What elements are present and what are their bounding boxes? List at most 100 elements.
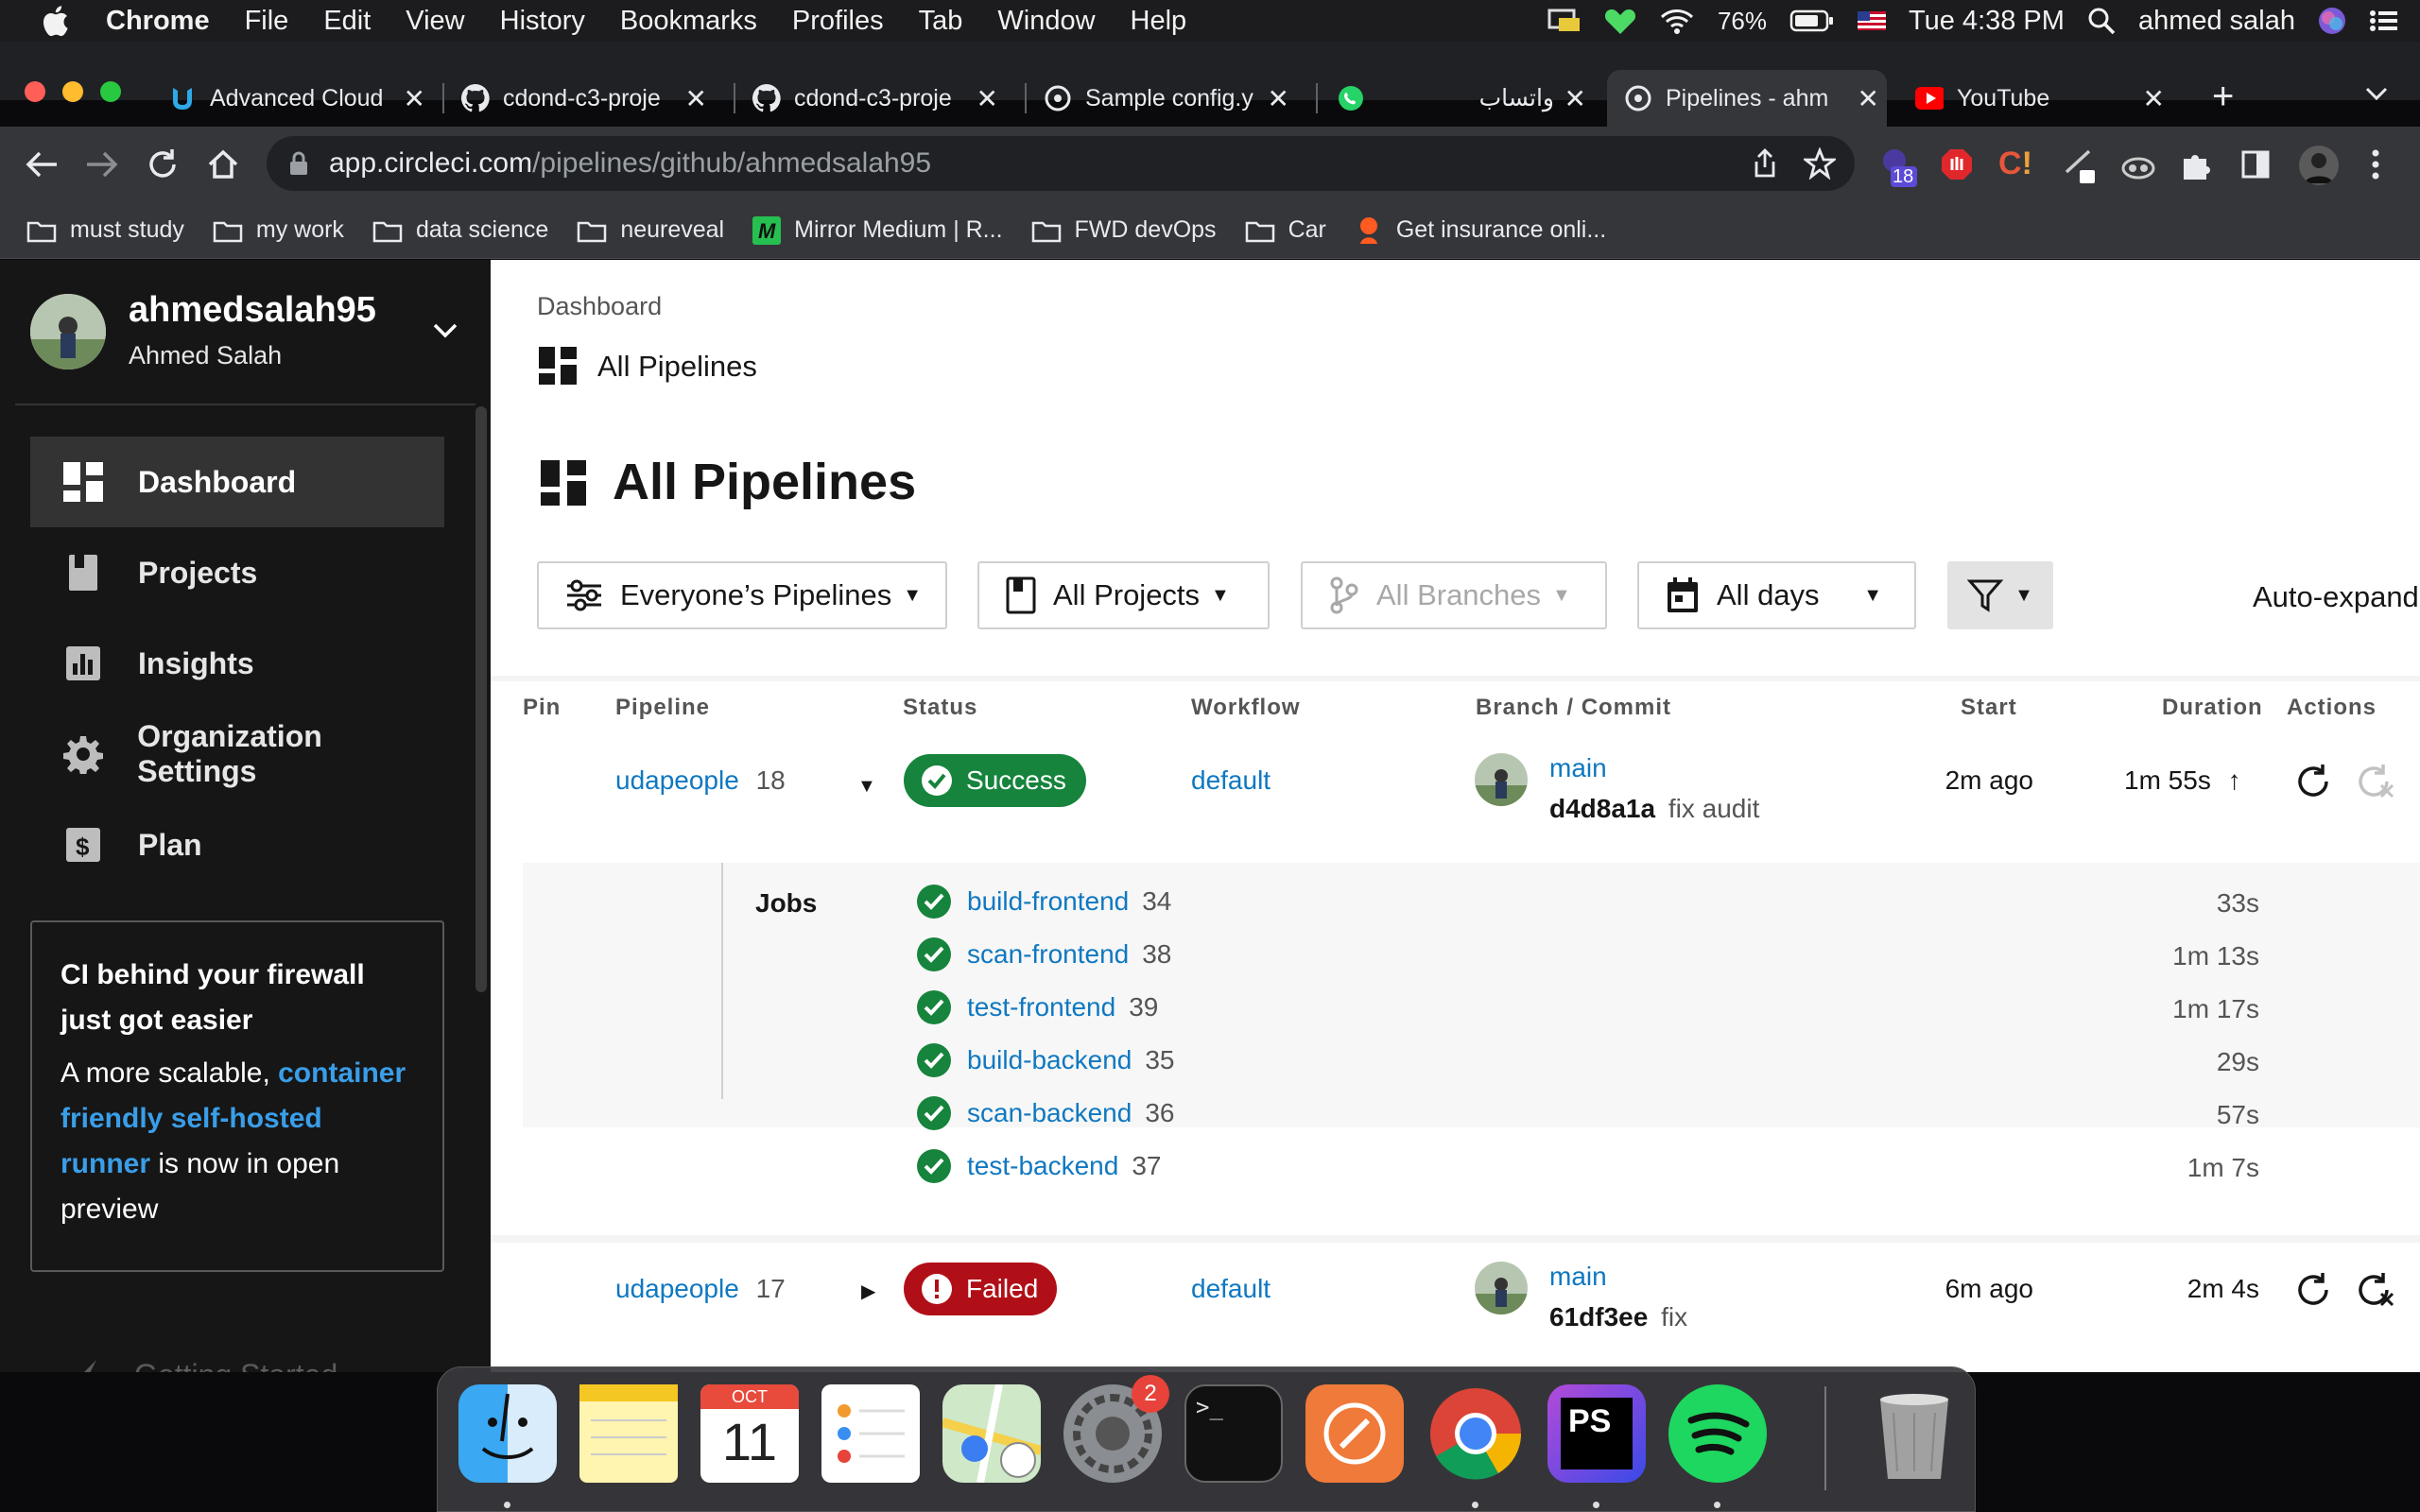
close-window-button[interactable] [25, 81, 45, 102]
tab-github-2[interactable]: cdond-c3-proje ✕ [752, 70, 1006, 127]
tab-github-1[interactable]: cdond-c3-proje ✕ [461, 70, 715, 127]
tab-advanced-cloud[interactable]: Advanced Cloud ✕ [164, 70, 433, 127]
sidebar-scrollbar[interactable] [475, 406, 487, 992]
more-filters-button[interactable]: ▼ [1947, 561, 2053, 629]
commit-hash[interactable]: d4d8a1a [1549, 794, 1655, 823]
bookmark-folder[interactable]: my work [213, 216, 344, 244]
branch-link[interactable]: main [1549, 753, 1607, 783]
cloud-extension-icon[interactable] [2119, 151, 2157, 180]
org-name[interactable]: ahmedsalah95 [129, 290, 376, 331]
lock-icon[interactable] [287, 149, 310, 178]
bookmark-link[interactable]: M Mirror Medium | R... [752, 215, 1003, 245]
profile-avatar[interactable] [2299, 146, 2339, 185]
commit-info[interactable]: 61df3ee fix [1549, 1302, 1687, 1332]
side-panel-icon[interactable] [2240, 149, 2271, 180]
system-preferences-app-icon[interactable]: 2 [1063, 1375, 1169, 1483]
spotify-app-icon[interactable] [1668, 1384, 1767, 1483]
workflow-link[interactable]: default [1191, 765, 1270, 796]
menu-edit[interactable]: Edit [323, 6, 371, 37]
sidebar-item-insights[interactable]: Insights [30, 618, 444, 709]
sidebar-item-plan[interactable]: $ Plan [30, 799, 444, 890]
bookmark-folder[interactable]: data science [372, 216, 548, 244]
bookmark-folder[interactable]: FWD devOps [1031, 216, 1217, 244]
reload-icon[interactable] [144, 146, 182, 183]
apple-menu-icon[interactable] [34, 5, 76, 37]
bookmark-folder[interactable]: neureveal [577, 216, 724, 244]
tab-close-icon[interactable]: ✕ [2143, 83, 2165, 114]
menu-window[interactable]: Window [997, 6, 1095, 37]
menu-file[interactable]: File [245, 6, 289, 37]
spotlight-search-icon[interactable] [2087, 7, 2116, 35]
terminal-app-icon[interactable]: >_ [1184, 1384, 1283, 1483]
tab-close-icon[interactable]: ✕ [1268, 83, 1289, 114]
status-badge-failed[interactable]: Failed [904, 1263, 1057, 1315]
bookmark-star-icon[interactable] [1804, 147, 1836, 180]
pipelines-filter-dropdown[interactable]: Everyone’s Pipelines ▼ [537, 561, 947, 629]
pipeline-project[interactable]: udapeople [615, 765, 739, 795]
control-center-icon[interactable] [2369, 9, 2399, 33]
adblock-extension-icon[interactable] [1940, 147, 1974, 181]
tab-sample-config[interactable]: Sample config.y ✕ [1044, 70, 1297, 127]
bookmark-folder[interactable]: must study [26, 216, 184, 244]
expand-caret-icon[interactable]: ▶ [861, 1280, 875, 1303]
chrome-app-icon[interactable] [1426, 1384, 1525, 1483]
org-switcher-chevron-icon[interactable] [431, 320, 459, 341]
bookmark-folder[interactable]: Car [1245, 216, 1326, 244]
sidebar-item-getting-started[interactable]: Getting Started [62, 1356, 337, 1372]
wifi-icon[interactable] [1659, 7, 1695, 35]
collapse-caret-icon[interactable]: ▼ [857, 776, 876, 798]
rerun-icon[interactable] [2294, 761, 2336, 802]
commit-hash[interactable]: 61df3ee [1549, 1302, 1648, 1332]
sidebar-item-organization-settings[interactable]: Organization Settings [30, 709, 444, 799]
job-row[interactable]: test-backend 37 [916, 1147, 1161, 1185]
trash-app-icon[interactable] [1865, 1384, 1963, 1483]
job-name[interactable]: scan-backend [967, 1098, 1132, 1128]
menu-bookmarks[interactable]: Bookmarks [620, 6, 757, 37]
menu-view[interactable]: View [406, 6, 464, 37]
rerun-from-failed-icon[interactable] [2355, 1269, 2398, 1311]
tab-whatsapp[interactable]: واتساب ✕ [1337, 70, 1594, 127]
extension-badge-icon[interactable]: 18 [1879, 147, 1917, 189]
zoom-window-button[interactable] [100, 81, 121, 102]
minimize-window-button[interactable] [62, 81, 83, 102]
job-name[interactable]: scan-frontend [967, 939, 1129, 970]
reminders-app-icon[interactable] [821, 1384, 920, 1483]
pipeline-project-link[interactable]: udapeople 17 [615, 1274, 786, 1304]
siri-icon[interactable] [2318, 7, 2346, 35]
circleci-extension-icon[interactable]: C! [1998, 146, 2032, 182]
display-mirror-icon[interactable] [1546, 7, 1582, 35]
home-icon[interactable] [204, 146, 242, 183]
new-tab-icon[interactable]: + [2212, 76, 2234, 118]
tab-close-icon[interactable]: ✕ [1564, 83, 1586, 114]
rerun-icon[interactable] [2294, 1269, 2336, 1311]
cancel-workflow-icon[interactable] [2355, 761, 2398, 802]
workflow-link[interactable]: default [1191, 1274, 1270, 1304]
menubar-clock[interactable]: Tue 4:38 PM [1909, 6, 2065, 37]
menu-tab[interactable]: Tab [919, 6, 963, 37]
pipeline-project[interactable]: udapeople [615, 1274, 739, 1303]
phpstorm-app-icon[interactable]: PS [1547, 1384, 1646, 1483]
menu-help[interactable]: Help [1131, 6, 1187, 37]
pencil-extension-icon[interactable] [2061, 147, 2099, 185]
forward-icon[interactable] [83, 147, 121, 181]
tab-close-icon[interactable]: ✕ [404, 83, 425, 114]
job-row[interactable]: build-frontend 34 [916, 883, 1171, 920]
calendar-app-icon[interactable]: OCT 11 [700, 1384, 799, 1483]
heart-icon[interactable] [1604, 7, 1636, 35]
branch-link[interactable]: main [1549, 1262, 1607, 1292]
address-bar[interactable]: app.circleci.com/pipelines/github/ahmeds… [267, 136, 1855, 191]
job-name[interactable]: test-backend [967, 1151, 1118, 1181]
notes-app-icon[interactable] [579, 1384, 678, 1483]
menubar-user[interactable]: ahmed salah [2138, 6, 2295, 37]
job-name[interactable]: build-backend [967, 1045, 1132, 1075]
chrome-menu-icon[interactable] [2369, 147, 2382, 181]
job-row[interactable]: build-backend 35 [916, 1041, 1175, 1079]
sidebar-item-projects[interactable]: Projects [30, 527, 444, 618]
menu-app-name[interactable]: Chrome [106, 6, 210, 37]
battery-icon[interactable] [1789, 9, 1835, 33]
job-name[interactable]: test-frontend [967, 992, 1115, 1022]
job-name[interactable]: build-frontend [967, 886, 1129, 917]
maps-app-icon[interactable] [942, 1384, 1041, 1483]
share-icon[interactable] [1751, 147, 1779, 180]
branches-filter-dropdown[interactable]: All Branches ▼ [1301, 561, 1607, 629]
